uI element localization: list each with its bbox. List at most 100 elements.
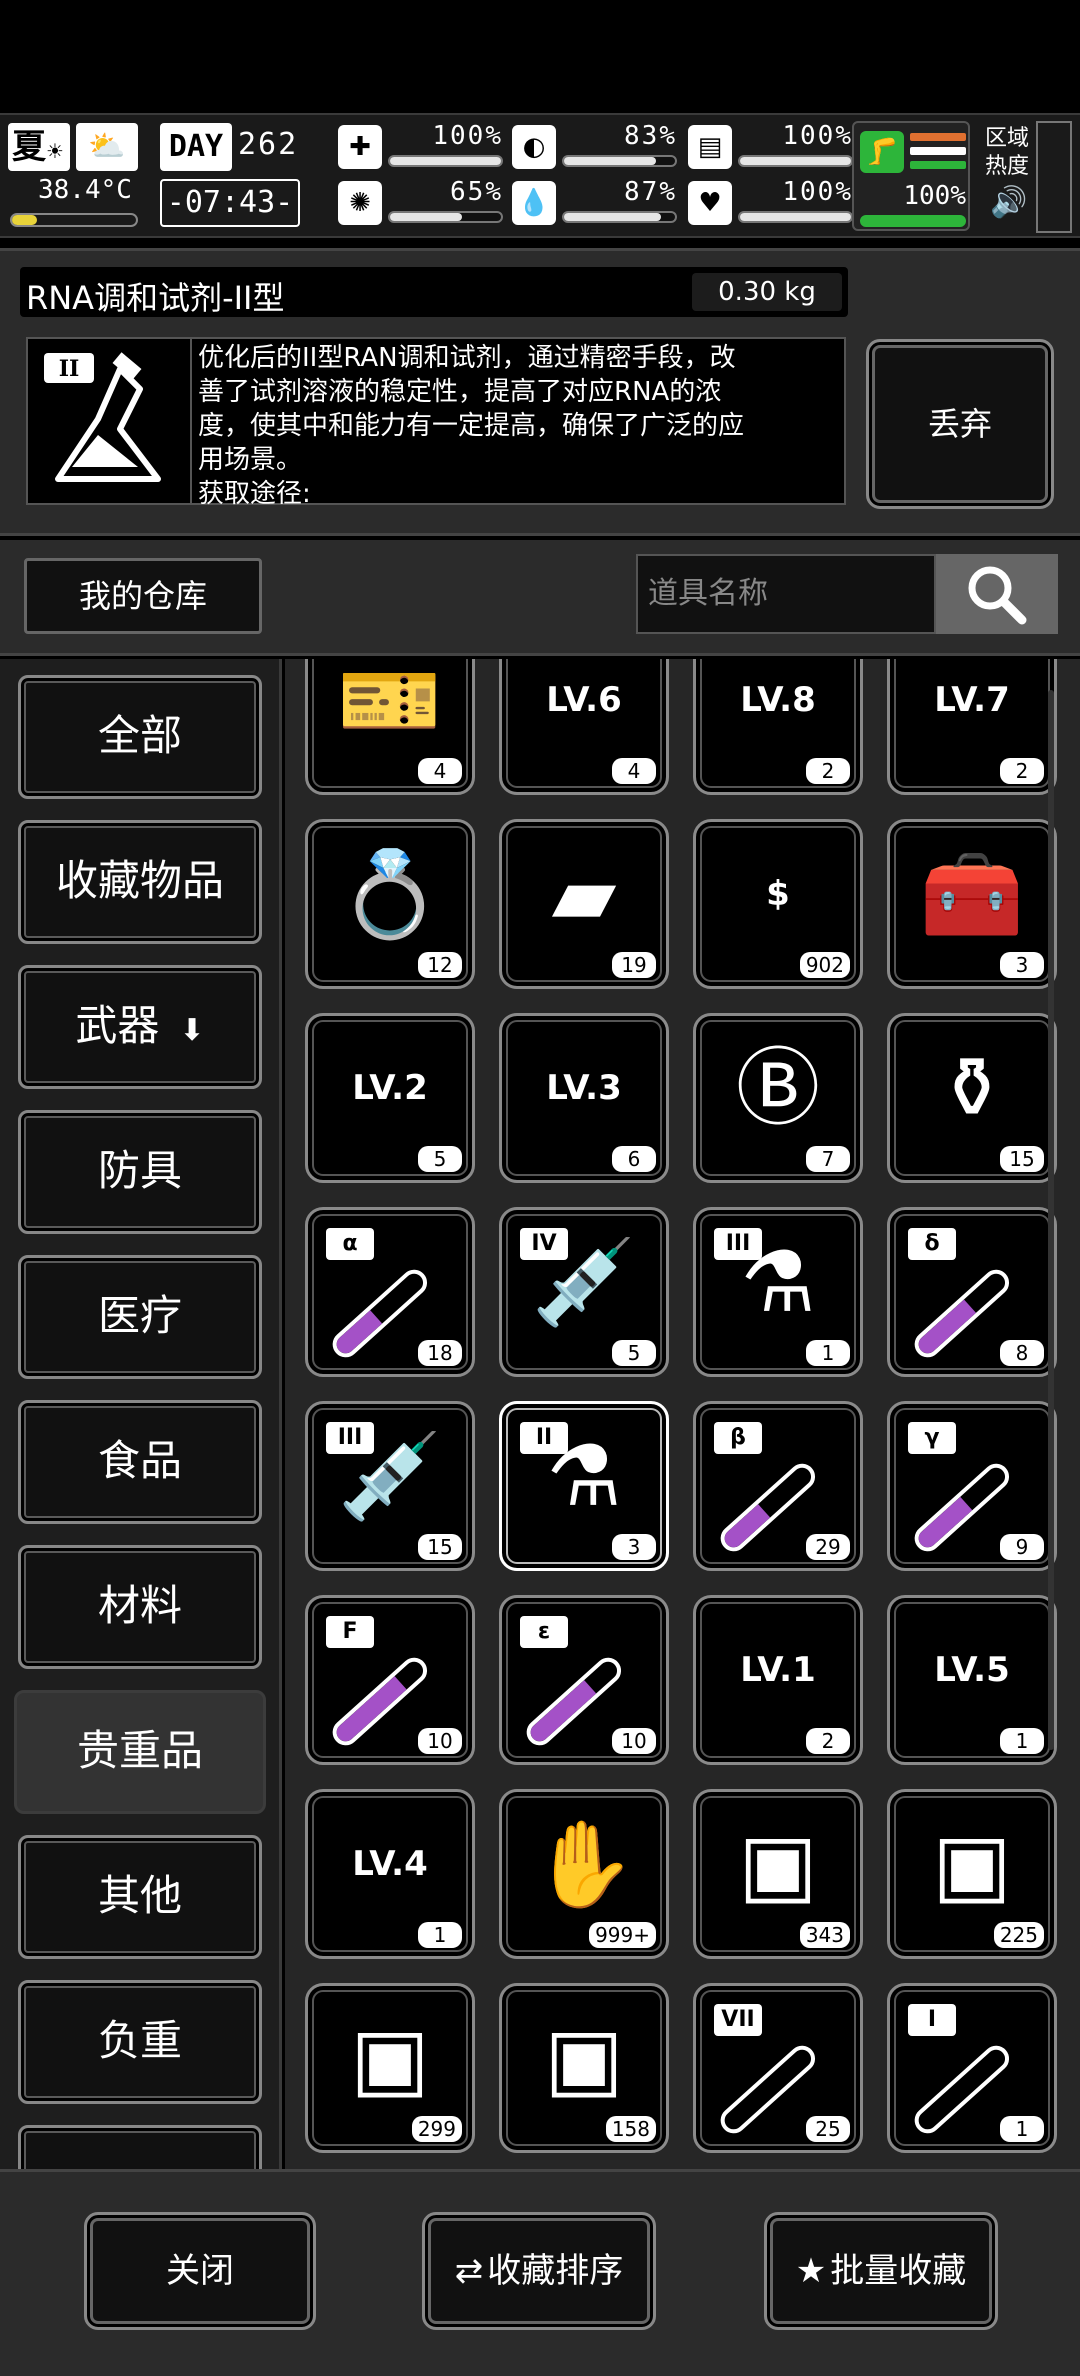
inventory-slot[interactable]: LV.6 4	[499, 659, 669, 795]
item-tier-tag: III	[326, 1422, 374, 1454]
item-count-badge: 3	[612, 1534, 656, 1560]
stamina-indicator-lines	[910, 133, 966, 175]
flask-ii-icon: II	[44, 352, 161, 482]
inventory-slot[interactable]: I1	[887, 1983, 1057, 2153]
ring-icon: 💍	[337, 845, 443, 943]
inventory-slot[interactable]: ▣ 299	[305, 1983, 475, 2153]
chest-iii-icon: ▣	[350, 2009, 430, 2107]
item-weight: 0.30 kg	[692, 273, 842, 311]
inventory-slot[interactable]: F 10	[305, 1595, 475, 1765]
inventory-slot[interactable]: ▣ 343	[693, 1789, 863, 1959]
category-tab[interactable]: 医疗	[18, 1255, 262, 1379]
category-tab[interactable]: ···	[18, 2125, 262, 2169]
batch-favorite-button[interactable]: ★ 批量收藏	[764, 2212, 998, 2330]
zone-heat-label: 区域 热度	[985, 125, 1029, 181]
inventory-slot[interactable]: β 29	[693, 1401, 863, 1571]
stamina-value: 100%	[903, 181, 966, 211]
category-tab[interactable]: 其他	[18, 1835, 262, 1959]
test-tube-f-icon	[327, 1652, 433, 1751]
stamina-panel: 🦵 100%	[852, 121, 970, 231]
inventory-slot[interactable]: 🎫 4	[305, 659, 475, 795]
inventory-slot[interactable]: VII 25	[693, 1983, 863, 2153]
temperature-bar-fill	[12, 215, 37, 225]
inventory-slot[interactable]: ▣ 158	[499, 1983, 669, 2153]
item-count-badge: 1	[1000, 1728, 1044, 1754]
inventory-slot[interactable]: γ9	[887, 1401, 1057, 1571]
inventory-slot[interactable]: 💉 III 15	[305, 1401, 475, 1571]
gold-bars-icon: ▰	[551, 845, 617, 943]
chest-iv-icon: ▣	[544, 2009, 624, 2107]
test-tube-delta-icon	[909, 1264, 1015, 1363]
description-line: 获取途径:	[198, 479, 311, 509]
item-count-badge: 25	[806, 2116, 850, 2142]
category-tab[interactable]: 材料	[18, 1545, 262, 1669]
category-label: 全部	[97, 711, 182, 760]
inventory-slot[interactable]: ε 10	[499, 1595, 669, 1765]
brain-icon: ✺	[338, 181, 382, 225]
inventory-slot[interactable]: LV.7 2	[887, 659, 1057, 795]
temperature-bar	[10, 213, 138, 227]
stat-value: 100%	[432, 121, 503, 151]
inventory-slot[interactable]: ⚗ II 3	[499, 1401, 669, 1571]
category-tab[interactable]: 贵重品	[14, 1690, 266, 1814]
item-tier-tag: β	[714, 1422, 762, 1454]
category-tab[interactable]: 武器 ⬇	[18, 965, 262, 1089]
inventory-slot[interactable]: $902	[693, 819, 863, 989]
speaker-icon[interactable]: 🔊	[990, 185, 1027, 220]
item-count-badge: 29	[806, 1534, 850, 1560]
warehouse-header: 我的仓库 道具名称	[0, 540, 1080, 656]
item-count-badge: 15	[418, 1534, 462, 1560]
category-tab[interactable]: 全部	[18, 675, 262, 799]
inventory-slot[interactable]: Ⓑ 7	[693, 1013, 863, 1183]
category-tab[interactable]: 防具	[18, 1110, 262, 1234]
category-tab[interactable]: 食品	[18, 1400, 262, 1524]
category-tab[interactable]: 收藏物品	[18, 820, 262, 944]
grid-scrollbar[interactable]	[1048, 690, 1054, 1750]
inventory-slot[interactable]: LV.5 1	[887, 1595, 1057, 1765]
medkit-icon: ✚	[338, 125, 382, 169]
item-grid[interactable]: 🎫 4 LV.6 4 LV.8 2 LV.7 2 💍 12 ▰ 19 $902 🧰 3 LV.2 5 LV.3 6 Ⓑ…	[285, 659, 1080, 2169]
inventory-slot[interactable]: ⚱ 15	[887, 1013, 1057, 1183]
cash-stack-icon: $	[766, 874, 790, 914]
leg-icon: 🦵	[860, 131, 904, 173]
discard-button[interactable]: 丢弃	[866, 339, 1054, 509]
day-label: DAY	[160, 123, 232, 171]
test-tube-beta-icon	[715, 1458, 821, 1557]
inventory-slot[interactable]: ✋ 999+	[499, 1789, 669, 1959]
inventory-slot[interactable]: 💉 IV 5	[499, 1207, 669, 1377]
inventory-slot[interactable]: ▰ 19	[499, 819, 669, 989]
status-hud: 夏☀ ⛅ 38.4°C DAY 262 -07:43- ✚ 100% ◐ 83%…	[0, 113, 1080, 238]
item-count-badge: 225	[993, 1922, 1044, 1948]
sort-favorites-label: 收藏排序	[487, 2251, 624, 2291]
inventory-slot[interactable]: α 18	[305, 1207, 475, 1377]
inventory-slot[interactable]: ▣ 225	[887, 1789, 1057, 1959]
close-button[interactable]: 关闭	[84, 2212, 316, 2330]
category-sidebar[interactable]: 全部收藏物品武器 ⬇ 防具医疗食品材料贵重品其他负重 ···	[0, 659, 282, 2169]
heart-icon: ♥	[688, 181, 732, 225]
inventory-slot[interactable]: ⚗ III 1	[693, 1207, 863, 1377]
inventory-slot[interactable]: LV.2 5	[305, 1013, 475, 1183]
inventory-slot[interactable]: LV.8 2	[693, 659, 863, 795]
search-button[interactable]	[936, 554, 1058, 634]
category-tab[interactable]: 负重	[18, 1980, 262, 2104]
stat-bar	[738, 211, 853, 223]
stamina-line	[910, 147, 966, 155]
item-count-badge: 343	[799, 1922, 850, 1948]
inventory-slot[interactable]: δ8	[887, 1207, 1057, 1377]
vial-liquid	[914, 2119, 927, 2134]
sort-favorites-button[interactable]: ⇄ 收藏排序	[422, 2212, 656, 2330]
item-count-badge: 4	[612, 758, 656, 784]
item-count-badge: 9	[1000, 1534, 1044, 1560]
expand-arrow-icon: ⬇	[179, 1013, 205, 1048]
inventory-slot[interactable]: LV.1 2	[693, 1595, 863, 1765]
item-tier-tag: III	[714, 1228, 762, 1260]
vial-liquid	[914, 1299, 977, 1358]
inventory-slot[interactable]: LV.4 1	[305, 1789, 475, 1959]
casino-chip-icon: Ⓑ	[735, 1039, 820, 1137]
inventory-slot[interactable]: LV.3 6	[499, 1013, 669, 1183]
item-tier-tag: IV	[520, 1228, 568, 1260]
selected-item-icon: II	[26, 337, 192, 505]
inventory-slot[interactable]: 🧰 3	[887, 819, 1057, 989]
search-input[interactable]: 道具名称	[636, 554, 936, 634]
inventory-slot[interactable]: 💍 12	[305, 819, 475, 989]
